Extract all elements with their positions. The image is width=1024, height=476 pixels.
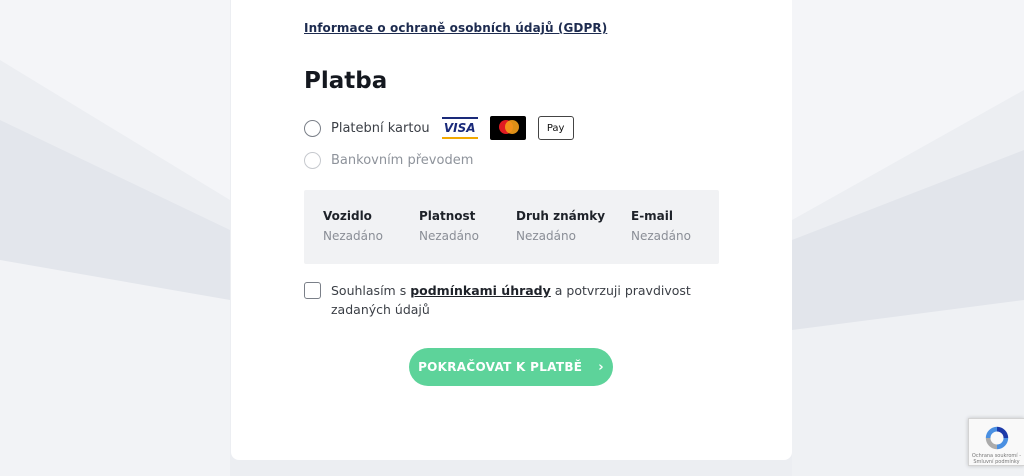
payment-title: Platba	[304, 68, 388, 94]
summary-value: Nezadáno	[516, 229, 576, 243]
order-summary: Vozidlo Nezadáno Platnost Nezadáno Druh …	[304, 190, 719, 264]
summary-label: E-mail	[631, 209, 674, 223]
chevron-right-icon: ›	[598, 359, 604, 375]
summary-vehicle: Vozidlo Nezadáno	[323, 209, 383, 243]
summary-label: Vozidlo	[323, 209, 372, 223]
visa-logo: VISA	[441, 116, 478, 140]
card-radio[interactable]	[304, 119, 321, 137]
summary-validity: Platnost Nezadáno	[419, 209, 479, 243]
payment-option-card[interactable]: Platební kartou VISA Pay	[304, 116, 574, 140]
mastercard-logo	[489, 116, 526, 140]
payment-terms-link[interactable]: podmínkami úhrady	[410, 283, 551, 298]
apple-pay-logo: Pay	[537, 116, 574, 140]
recaptcha-badge[interactable]: Ochrana soukromí - Smluvní podmínky	[968, 418, 1024, 466]
recaptcha-text: Ochrana soukromí - Smluvní podmínky	[971, 453, 1022, 465]
terms-agreement: Souhlasím s podmínkami úhrady a potvrzuj…	[304, 281, 723, 319]
terms-text: Souhlasím s podmínkami úhrady a potvrzuj…	[331, 281, 723, 319]
bank-transfer-label: Bankovním převodem	[331, 153, 474, 168]
summary-value: Nezadáno	[631, 229, 691, 243]
card-logos: VISA Pay	[441, 116, 574, 140]
payment-option-bank-transfer[interactable]: Bankovním převodem	[304, 152, 473, 169]
summary-value: Nezadáno	[419, 229, 479, 243]
summary-label: Druh známky	[516, 209, 606, 223]
recaptcha-icon	[985, 426, 1008, 450]
gdpr-link[interactable]: Informace o ochraně osobních údajů (GDPR…	[304, 21, 607, 35]
terms-text-before: Souhlasím s	[331, 283, 411, 298]
card-option-label: Platební kartou	[331, 120, 430, 136]
summary-vignette-type: Druh známky Nezadáno	[516, 209, 605, 243]
summary-value: Nezadáno	[323, 229, 383, 243]
terms-checkbox[interactable]	[304, 282, 321, 299]
summary-email: E-mail Nezadáno	[631, 209, 691, 243]
visa-logo-text: VISA	[443, 121, 476, 135]
payment-card: Informace o ochraně osobních údajů (GDPR…	[231, 0, 792, 460]
bank-transfer-radio[interactable]	[304, 152, 321, 169]
apple-pay-text: Pay	[546, 122, 565, 134]
continue-to-payment-button[interactable]: POKRAČOVAT K PLATBĚ ›	[409, 348, 613, 386]
continue-button-label: POKRAČOVAT K PLATBĚ	[418, 360, 583, 374]
summary-label: Platnost	[419, 209, 476, 223]
